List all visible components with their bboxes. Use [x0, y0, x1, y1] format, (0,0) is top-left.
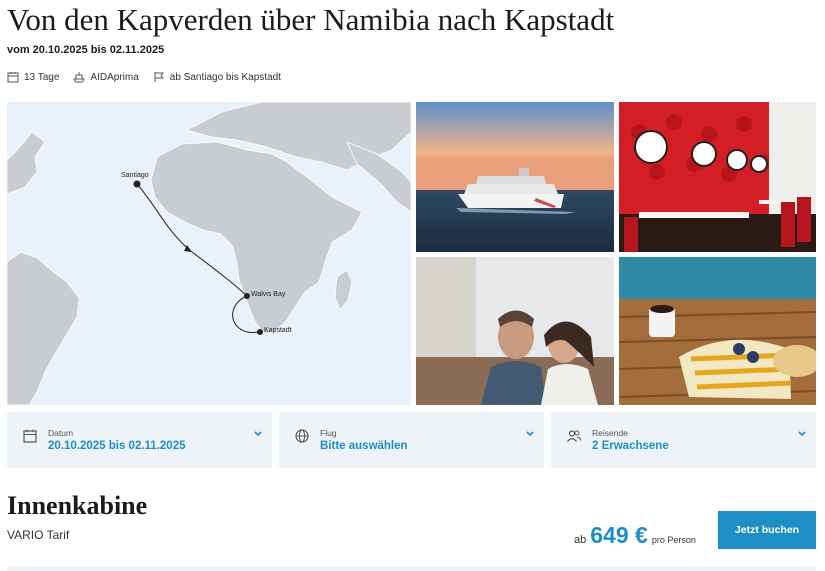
- chevron-down-icon: [526, 431, 534, 437]
- globe-icon: [295, 429, 309, 443]
- tarif-label: VARIO Tarif: [7, 528, 70, 542]
- photo-deck[interactable]: [619, 257, 816, 405]
- price-amount: 649 €: [590, 522, 648, 548]
- travel-dates: vom 20.10.2025 bis 02.11.2025: [7, 44, 165, 56]
- map-land: [7, 102, 411, 405]
- date-label: Datum: [48, 428, 74, 438]
- ship-info: AIDAprima: [73, 71, 139, 83]
- port-label: Santiago: [121, 172, 149, 179]
- route-label: ab Santiago bis Kapstadt: [169, 71, 281, 83]
- calendar-icon: [23, 429, 37, 443]
- date-selector[interactable]: Datum 20.10.2025 bis 02.11.2025: [7, 412, 272, 468]
- duration-info: 13 Tage: [7, 71, 59, 83]
- flag-icon: [154, 72, 164, 82]
- cabin-title: Innenkabine: [7, 491, 148, 520]
- flight-value: Bitte auswählen: [320, 440, 408, 452]
- trip-meta: 13 Tage AIDAprima ab Santiago bis Kapsta…: [7, 71, 295, 83]
- flight-label: Flug: [320, 428, 337, 438]
- port-santiago: [133, 180, 141, 188]
- book-now-button[interactable]: Jetzt buchen: [718, 511, 816, 549]
- price-block: ab 649 € pro Person: [574, 522, 696, 549]
- photo-restaurant[interactable]: [619, 102, 816, 252]
- calendar-icon: [7, 72, 19, 83]
- port-walvis-bay: [244, 293, 250, 299]
- ship-label: AIDAprima: [90, 71, 139, 83]
- people-icon: [567, 430, 582, 442]
- port-label: Kapstadt: [264, 327, 292, 334]
- photo-ship[interactable]: [416, 102, 614, 252]
- date-value: 20.10.2025 bis 02.11.2025: [48, 440, 186, 452]
- flight-selector[interactable]: Flug Bitte auswählen: [279, 412, 544, 468]
- price-prefix: ab: [574, 534, 587, 546]
- duration-label: 13 Tage: [24, 71, 60, 83]
- port-label: Walvis Bay: [251, 291, 286, 298]
- price-suffix: pro Person: [651, 535, 696, 545]
- travelers-selector[interactable]: Reisende 2 Erwachsene: [551, 412, 816, 468]
- travelers-label: Reisende: [592, 428, 628, 438]
- route-info: ab Santiago bis Kapstadt: [153, 71, 281, 83]
- ship-icon: [73, 72, 86, 83]
- travelers-value: 2 Erwachsene: [592, 440, 669, 452]
- chevron-down-icon: [254, 431, 262, 437]
- port-kapstadt: [257, 329, 263, 335]
- photo-couple[interactable]: [416, 257, 614, 405]
- chevron-down-icon: [798, 431, 806, 437]
- page-title: Von den Kapverden über Namibia nach Kaps…: [7, 2, 615, 37]
- next-section-edge: [7, 566, 816, 571]
- route-map[interactable]: Santiago Walvis Bay Kapstadt: [7, 102, 411, 405]
